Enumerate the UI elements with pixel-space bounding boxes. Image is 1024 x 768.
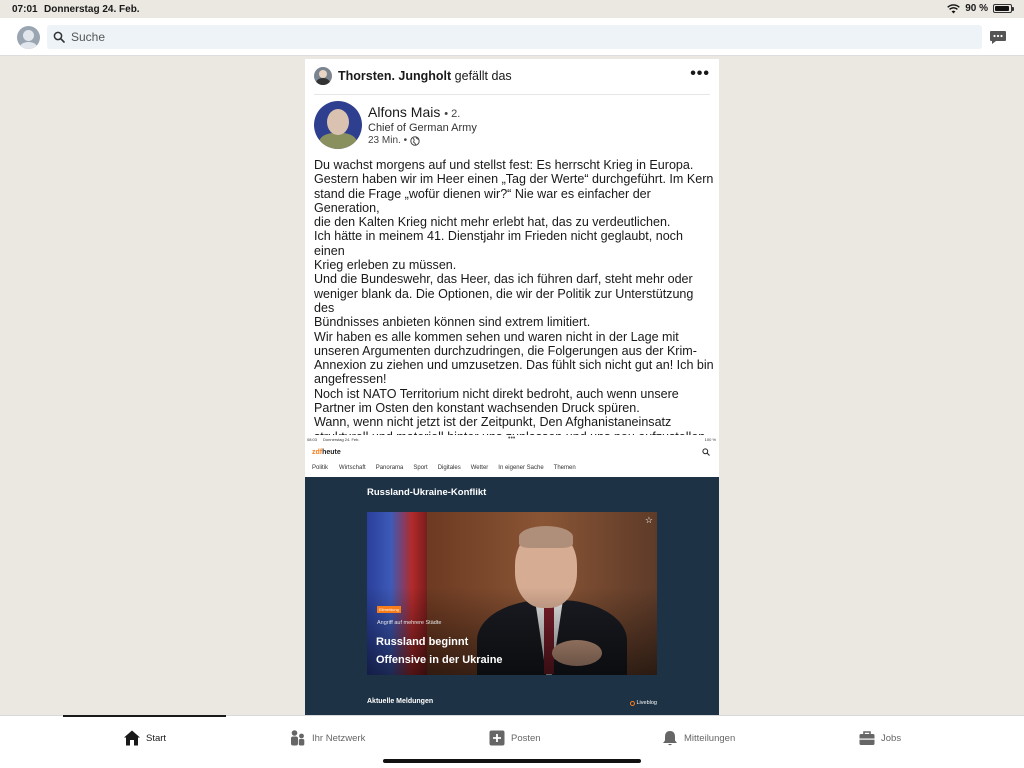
- author-avatar-face: [327, 109, 349, 135]
- embed-nav: Politik Wirtschaft Panorama Sport Digitales W…: [312, 465, 576, 471]
- battery-fill: [995, 6, 1009, 11]
- post-text-line: Partner im Osten den konstant wachsenden…: [314, 401, 640, 416]
- news-headline-line-1: Russland beginnt: [376, 636, 469, 648]
- embed-header: 08:03 Donnerstag 24. Feb. ••• 100 % zdfhe…: [305, 435, 719, 477]
- post-timestamp: 23 Min. •: [368, 135, 420, 146]
- news-kicker: Angriff auf mehrere Städte: [377, 620, 442, 626]
- tab-jobs[interactable]: Jobs: [858, 729, 901, 747]
- post-text-line: stand die Frage „wofür dienen wir?“ Nie …: [314, 186, 651, 215]
- embed-status-time: 08:03: [307, 437, 318, 442]
- tab-start[interactable]: Start: [123, 729, 166, 747]
- breaking-news-badge: Eilmeldung: [377, 606, 401, 613]
- tab-notifications-label: Mitteilungen: [684, 732, 736, 744]
- post-text-line: die den Kalten Krieg nicht mehr erlebt h…: [314, 215, 671, 230]
- social-activity-row: Thorsten. Jungholt gefällt das •••: [314, 65, 710, 95]
- author-avatar[interactable]: [314, 101, 362, 149]
- zdf-logo-suffix: heute: [322, 449, 341, 456]
- embed-nav-item: Wetter: [470, 465, 489, 471]
- news-photo: ☆ Eilmeldung Angriff auf mehrere Städte …: [367, 512, 657, 675]
- post-text-line: weniger blank da. Die Optionen, die wir …: [314, 286, 694, 315]
- post-text-line: unseren Argumenten durchzudringen, die F…: [314, 343, 697, 358]
- messaging-icon[interactable]: [989, 28, 1007, 46]
- liker-name[interactable]: Thorsten. Jungholt: [338, 69, 451, 83]
- tab-network-label: Ihr Netzwerk: [312, 732, 366, 744]
- home-icon: [124, 730, 140, 746]
- tab-jobs-label: Jobs: [881, 732, 902, 744]
- tab-network[interactable]: Ihr Netzwerk: [289, 729, 365, 747]
- zdf-logo: zdfheute: [312, 449, 341, 456]
- bookmark-star-icon: ☆: [644, 515, 653, 525]
- top-bar: [0, 18, 1024, 56]
- news-headline-line-2: Offensive in der Ukraine: [376, 654, 503, 666]
- tab-post[interactable]: Posten: [488, 729, 541, 747]
- post-body-text: Du wachst morgens auf und stellst fest: …: [314, 158, 714, 473]
- embed-nav-item: Wirtschaft: [339, 465, 366, 471]
- liveblog-link: Liveblog: [629, 700, 658, 706]
- embed-status-right: 100 %: [704, 437, 716, 442]
- live-dot-icon: [629, 700, 635, 706]
- author-name[interactable]: Alfons Mais: [368, 104, 440, 120]
- embed-nav-item: Digitales: [437, 465, 461, 471]
- news-headline: Russland beginnt Offensive in der Ukrain…: [376, 633, 503, 669]
- post-text-line: Du wachst morgens auf und stellst fest: …: [314, 158, 694, 172]
- liked-text: Thorsten. Jungholt gefällt das: [338, 67, 512, 85]
- bell-icon: [663, 731, 677, 746]
- liveblog-label: Liveblog: [636, 700, 658, 706]
- connection-degree: • 2.: [444, 108, 461, 120]
- liked-suffix: gefällt das: [454, 69, 512, 83]
- tab-start-label: Start: [146, 732, 167, 744]
- bottom-tab-bar: Start Ihr Netzwerk Posten Mitteilungen J…: [0, 715, 1024, 768]
- globe-icon: [410, 135, 420, 146]
- zdf-logo-prefix: zdf: [312, 449, 323, 456]
- tab-notifications[interactable]: Mitteilungen: [661, 729, 735, 747]
- embed-nav-item: Themen: [553, 465, 576, 471]
- search-bar[interactable]: [47, 25, 982, 49]
- post-text-line: Wann, wenn nicht jetzt ist der Zeitpunkt…: [314, 415, 672, 430]
- embed-footer-title: Aktuelle Meldungen: [367, 698, 434, 705]
- embed-nav-item: Sport: [413, 465, 428, 471]
- embed-status-left: 08:03 Donnerstag 24. Feb.: [307, 437, 359, 442]
- network-icon: [291, 730, 305, 746]
- active-tab-indicator: [63, 715, 226, 717]
- post-text-line: Wir haben es alle kommen sehen und waren…: [314, 329, 679, 344]
- status-date: Donnerstag 24. Feb.: [44, 4, 140, 15]
- author-name-line: Alfons Mais • 2.: [368, 104, 460, 120]
- post-text-line: angefressen!: [314, 372, 387, 387]
- embedded-screenshot[interactable]: 08:03 Donnerstag 24. Feb. ••• 100 % zdfhe…: [305, 435, 719, 715]
- author-headline: Chief of German Army: [368, 122, 477, 134]
- embed-search-icon: [702, 448, 710, 456]
- embed-dots: •••: [508, 435, 516, 442]
- embed-nav-item: Politik: [312, 465, 329, 471]
- embed-section-title: Russland-Ukraine-Konflikt: [367, 487, 487, 498]
- wifi-icon: [947, 3, 960, 13]
- embed-nav-item: In eigener Sache: [498, 465, 544, 471]
- post-text-line: Noch ist NATO Territorium nicht direkt b…: [314, 386, 679, 401]
- home-indicator: [383, 759, 641, 763]
- post-icon: [489, 730, 505, 746]
- more-options-icon[interactable]: •••: [690, 65, 710, 83]
- profile-avatar[interactable]: [17, 26, 40, 49]
- post-time: 23 Min. •: [368, 135, 408, 146]
- photo-hair: [519, 526, 573, 548]
- status-time: 07:01: [12, 4, 38, 15]
- status-bar: 07:01 Donnerstag 24. Feb. 90 %: [0, 0, 1024, 18]
- author-avatar-body: [319, 133, 357, 149]
- feed-post-card: Thorsten. Jungholt gefällt das ••• Alfon…: [305, 59, 719, 715]
- post-text-line: Bündnisses anbieten können sind extrem l…: [314, 315, 591, 330]
- embed-status-date: Donnerstag 24. Feb.: [323, 437, 360, 442]
- briefcase-icon: [859, 731, 875, 745]
- post-text-line: Ich hätte in meinem 41. Dienstjahr im Fr…: [314, 229, 683, 258]
- search-icon: [53, 31, 65, 43]
- post-text-line: Gestern haben wir im Heer einen „Tag der…: [314, 172, 714, 187]
- status-right: 90 %: [947, 3, 1014, 14]
- liker-avatar[interactable]: [314, 67, 332, 85]
- search-input[interactable]: [71, 30, 951, 44]
- post-text-line: Krieg erleben zu müssen.: [314, 258, 457, 273]
- post-text-line: Und die Bundeswehr, das Heer, das ich fü…: [314, 272, 693, 287]
- tab-post-label: Posten: [511, 732, 541, 744]
- battery-percent: 90 %: [965, 3, 988, 14]
- embed-nav-item: Panorama: [375, 465, 404, 471]
- post-text-line: Annexion zu ziehen und umzusetzen. Das f…: [314, 358, 714, 373]
- battery-icon: [993, 4, 1014, 13]
